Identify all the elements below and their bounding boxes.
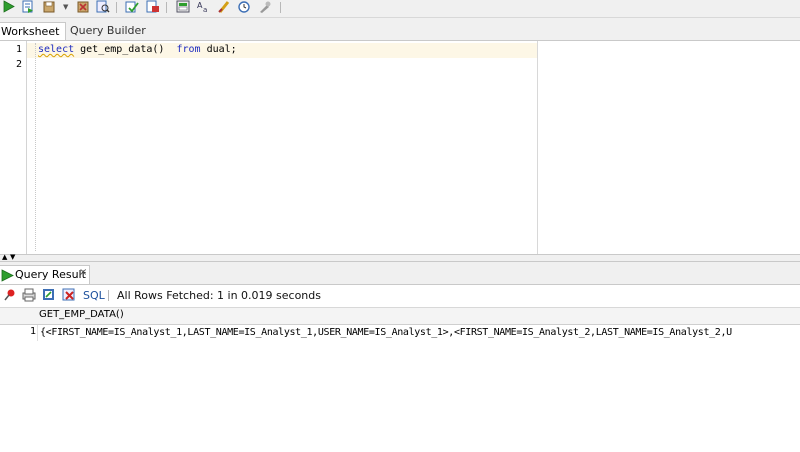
tab-query-result-label: Query Result — [15, 268, 86, 281]
run-script-icon[interactable] — [21, 0, 35, 13]
table-row[interactable]: 1 {<FIRST_NAME=IS_Analyst_1,LAST_NAME=IS… — [0, 325, 800, 341]
refresh-icon[interactable] — [22, 288, 36, 302]
collapse-up-icon[interactable]: ▲ — [2, 253, 7, 261]
toolbar-separator — [166, 2, 167, 13]
line-number: 2 — [15, 59, 22, 70]
toolbar-separator — [116, 2, 117, 13]
code-line[interactable]: select get_emp_data() from dual; — [38, 44, 237, 55]
toolbar-separator — [280, 2, 281, 13]
panel-splitter[interactable]: ▲ ▼ — [0, 253, 800, 262]
row-number: 1 — [29, 326, 36, 337]
main-toolbar: ▼ Aa — [0, 0, 800, 18]
table-name: dual; — [200, 44, 237, 55]
commit-icon[interactable] — [42, 0, 56, 13]
keyword-from: from — [176, 44, 201, 55]
toolbar-separator — [108, 290, 109, 301]
clear-icon[interactable] — [217, 0, 231, 13]
autotrace-icon[interactable] — [125, 0, 139, 13]
sql-link[interactable]: SQL — [83, 289, 105, 302]
right-margin-line — [537, 41, 538, 254]
history-icon[interactable] — [237, 0, 251, 13]
column-header[interactable]: GET_EMP_DATA() — [39, 309, 124, 320]
cancel-icon[interactable] — [62, 288, 76, 302]
table-cell[interactable]: {<FIRST_NAME=IS_Analyst_1,LAST_NAME=IS_A… — [40, 327, 800, 338]
result-toolbar: SQL All Rows Fetched: 1 in 0.019 seconds — [0, 285, 800, 308]
pin-icon[interactable] — [3, 288, 17, 302]
function-call: get_emp_data() — [74, 44, 177, 55]
fold-guide — [35, 43, 36, 251]
line-number-gutter: 1 2 — [0, 41, 27, 254]
tab-query-builder-label: Query Builder — [70, 24, 146, 37]
run-statement-icon[interactable] — [2, 0, 16, 13]
close-icon[interactable]: × — [79, 267, 87, 278]
fetch-status-text: All Rows Fetched: 1 in 0.019 seconds — [117, 289, 321, 302]
unshared-sql-icon[interactable] — [146, 0, 160, 13]
tab-worksheet[interactable]: Worksheet — [0, 22, 66, 40]
svg-text:a: a — [203, 6, 207, 13]
result-tab-bar: Query Result × — [0, 262, 800, 285]
explain-plan-icon[interactable] — [96, 0, 110, 13]
to-upper-lower-icon[interactable]: Aa — [197, 0, 211, 13]
line-number: 1 — [15, 44, 22, 55]
dropdown-arrow-icon[interactable]: ▼ — [63, 2, 71, 13]
export-icon[interactable] — [42, 288, 56, 302]
tab-query-builder[interactable]: Query Builder — [70, 22, 146, 40]
rollback-icon[interactable] — [76, 0, 90, 13]
query-result-icon — [1, 269, 14, 285]
collapse-down-icon[interactable]: ▼ — [10, 253, 15, 261]
tab-worksheet-label: Worksheet — [1, 25, 60, 38]
grid-header: GET_EMP_DATA() — [0, 308, 800, 325]
row-divider — [37, 325, 38, 341]
sql-editor[interactable]: 1 2 select get_emp_data() from dual; — [0, 41, 800, 254]
editor-tab-bar: Worksheet Query Builder — [0, 18, 800, 41]
sql-tuning-icon[interactable] — [176, 0, 190, 13]
format-icon[interactable] — [258, 0, 272, 13]
tab-query-result[interactable]: Query Result × — [0, 265, 90, 284]
keyword-select: select — [38, 44, 75, 55]
